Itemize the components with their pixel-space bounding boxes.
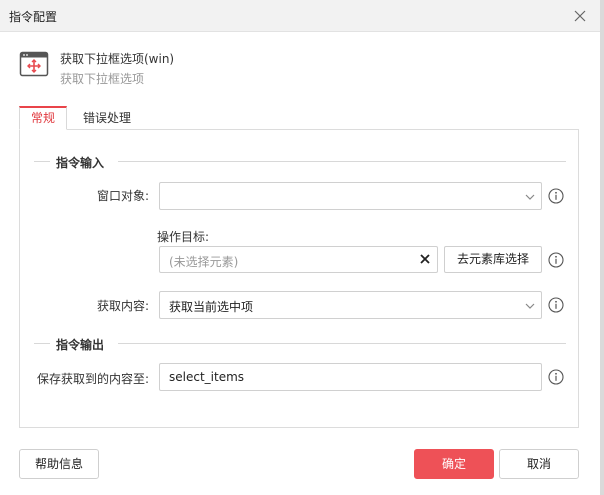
info-icon[interactable] bbox=[548, 297, 564, 313]
clear-icon[interactable] bbox=[419, 253, 431, 265]
config-dialog: 指令配置 获取下拉框选项(win) 获取下拉框选项 常规 错误处理 指令输入 窗… bbox=[0, 0, 600, 495]
window-edge bbox=[600, 0, 604, 495]
close-icon[interactable] bbox=[570, 6, 590, 26]
save-to-input[interactable]: select_items bbox=[159, 363, 542, 391]
chevron-down-icon bbox=[525, 303, 535, 309]
section-divider bbox=[34, 161, 50, 162]
info-icon[interactable] bbox=[548, 369, 564, 385]
tab-error-handling[interactable]: 错误处理 bbox=[75, 106, 139, 130]
section-output-title: 指令输出 bbox=[56, 338, 105, 352]
save-to-label: 保存获取到的内容至: bbox=[36, 372, 149, 386]
ok-button[interactable]: 确定 bbox=[414, 449, 494, 479]
dialog-title: 指令配置 bbox=[9, 10, 58, 24]
command-description: 获取下拉框选项 bbox=[60, 72, 145, 86]
content-select[interactable]: 获取当前选中项 bbox=[159, 291, 542, 319]
content-value: 获取当前选中项 bbox=[169, 300, 254, 314]
section-output-header: 指令输出 bbox=[20, 336, 578, 352]
help-button[interactable]: 帮助信息 bbox=[19, 449, 99, 479]
operation-target-input[interactable]: (未选择元素) bbox=[159, 246, 438, 273]
content-label: 获取内容: bbox=[96, 299, 149, 313]
operation-target-placeholder: (未选择元素) bbox=[169, 255, 239, 269]
section-divider bbox=[34, 343, 50, 344]
title-bar: 指令配置 bbox=[0, 0, 600, 32]
command-name: 获取下拉框选项(win) bbox=[60, 52, 175, 66]
window-move-icon bbox=[19, 51, 49, 77]
window-object-label: 窗口对象: bbox=[96, 189, 149, 203]
operation-target-label: 操作目标: bbox=[157, 230, 210, 244]
cancel-button[interactable]: 取消 bbox=[499, 449, 579, 479]
section-input-title: 指令输入 bbox=[56, 156, 105, 170]
element-library-button[interactable]: 去元素库选择 bbox=[444, 246, 542, 273]
window-object-select[interactable] bbox=[159, 182, 542, 210]
chevron-down-icon bbox=[525, 194, 535, 200]
info-icon[interactable] bbox=[548, 188, 564, 204]
tab-bar: 常规 错误处理 bbox=[19, 106, 579, 130]
section-input-header: 指令输入 bbox=[20, 154, 578, 170]
info-icon[interactable] bbox=[548, 252, 564, 268]
tab-general[interactable]: 常规 bbox=[19, 106, 67, 130]
section-divider bbox=[118, 161, 566, 162]
general-panel: 指令输入 窗口对象: 操作目标: (未选择元素) 去元素库选择 获取内容: 获取… bbox=[19, 129, 579, 428]
section-divider bbox=[118, 343, 566, 344]
save-to-value: select_items bbox=[169, 370, 245, 384]
